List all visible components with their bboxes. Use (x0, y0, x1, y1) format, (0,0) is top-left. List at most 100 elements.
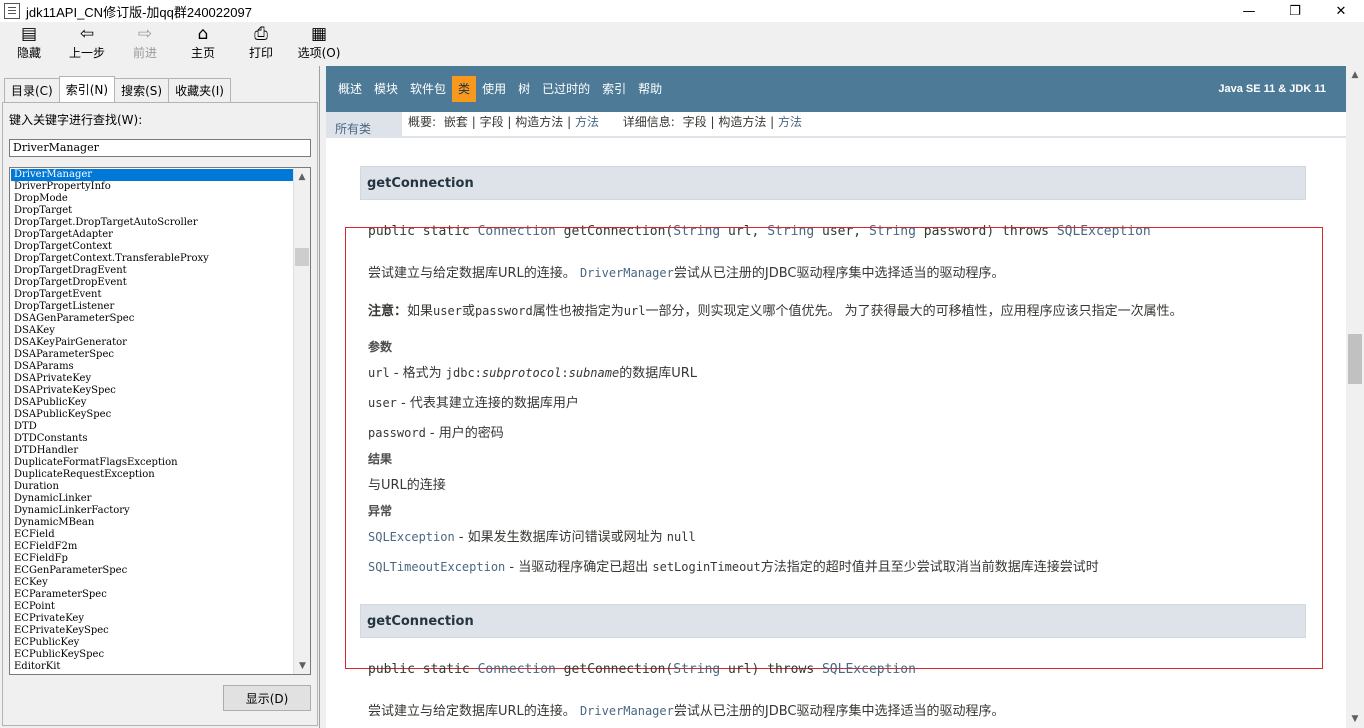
index-list-item[interactable]: DropTargetEvent (11, 289, 293, 301)
back-arrow-icon: ⇦ (79, 24, 95, 44)
detail-field: 字段 (682, 115, 707, 129)
index-list-item[interactable]: DTDConstants (11, 433, 293, 445)
tab-index[interactable]: 索引(N) (58, 76, 116, 102)
scroll-thumb[interactable] (1348, 334, 1362, 384)
scroll-up-icon[interactable]: ▲ (294, 168, 310, 185)
navigation-pane: 目录(C) 索引(N) 搜索(S) 收藏夹(I) 键入关键字进行查找(W): D… (0, 66, 320, 728)
param-type-link[interactable]: String (673, 662, 720, 677)
index-list-item[interactable]: DropTargetContext (11, 241, 293, 253)
scroll-up-icon[interactable]: ▲ (1346, 66, 1364, 84)
index-list-item[interactable]: ECFieldF2m (11, 541, 293, 553)
nav-index[interactable]: 索引 (596, 76, 632, 102)
back-button[interactable]: ⇦ 上一步 (58, 22, 116, 66)
index-list-item[interactable]: DriverPropertyInfo (11, 181, 293, 193)
index-list-item[interactable]: DSAKeyPairGenerator (11, 337, 293, 349)
scroll-thumb[interactable] (295, 248, 309, 266)
nav-tree[interactable]: 树 (512, 76, 536, 102)
index-list-item[interactable]: DropTargetListener (11, 301, 293, 313)
index-list-item[interactable]: DSAPublicKey (11, 397, 293, 409)
index-list-item[interactable]: EditorKit (11, 661, 293, 673)
index-list-item[interactable]: DropTargetContext.TransferableProxy (11, 253, 293, 265)
home-button[interactable]: ⌂ 主页 (174, 22, 232, 66)
hide-button[interactable]: ▤ 隐藏 (0, 22, 58, 66)
highlight-box (345, 227, 1323, 669)
return-type-link[interactable]: Connection (478, 662, 556, 677)
index-list-item[interactable]: DynamicLinkerFactory (11, 505, 293, 517)
index-list-item[interactable]: DropTargetAdapter (11, 229, 293, 241)
all-classes-link[interactable]: 所有类 (335, 120, 371, 137)
nav-module[interactable]: 模块 (368, 76, 404, 102)
index-tab-panel: 键入关键字进行查找(W): DriverManager DriverManage… (2, 102, 318, 726)
index-list-item[interactable]: DSAPrivateKey (11, 373, 293, 385)
index-list-item[interactable]: ECPublicKeySpec (11, 649, 293, 661)
nav-deprecated[interactable]: 已过时的 (536, 76, 596, 102)
index-list-item[interactable]: DSAPrivateKeySpec (11, 385, 293, 397)
detail-method-link[interactable]: 方法 (778, 115, 802, 129)
minimize-button[interactable]: — (1226, 0, 1272, 22)
index-list-item[interactable]: DropTarget (11, 205, 293, 217)
index-list-item[interactable]: DynamicMBean (11, 517, 293, 529)
detail-constructor: 构造方法 (718, 115, 767, 129)
index-list-item[interactable]: DSAKey (11, 325, 293, 337)
index-list-item[interactable]: DTDHandler (11, 445, 293, 457)
index-list-item[interactable]: DSAParameterSpec (11, 349, 293, 361)
index-list-item[interactable]: ECPoint (11, 601, 293, 613)
tab-contents[interactable]: 目录(C) (4, 78, 60, 102)
index-list-item[interactable]: DropTargetDragEvent (11, 265, 293, 277)
index-list-item[interactable]: DSAPublicKeySpec (11, 409, 293, 421)
nav-help[interactable]: 帮助 (632, 76, 668, 102)
index-list-item[interactable]: ECPublicKey (11, 637, 293, 649)
index-list-item[interactable]: DropTargetDropEvent (11, 277, 293, 289)
index-list-item[interactable]: DTD (11, 421, 293, 433)
nav-use[interactable]: 使用 (476, 76, 512, 102)
desc-text: 尝试从已注册的JDBC驱动程序集中选择适当的驱动程序。 (673, 704, 1005, 719)
index-list-item[interactable]: DropMode (11, 193, 293, 205)
title-bar: jdk11API_CN修订版-加qq群240022097 — ❐ ✕ (0, 0, 1364, 22)
index-list-item[interactable]: ECFieldFp (11, 553, 293, 565)
index-list-item[interactable]: ECKey (11, 577, 293, 589)
index-list-item[interactable]: DriverManager (11, 169, 293, 181)
doc-content: getConnection public static Connection g… (326, 138, 1346, 728)
close-button[interactable]: ✕ (1318, 0, 1364, 22)
keyword-label: 键入关键字进行查找(W): (9, 113, 143, 127)
index-list-item[interactable]: DSAGenParameterSpec (11, 313, 293, 325)
nav-class[interactable]: 类 (452, 76, 477, 102)
index-list-item[interactable]: ECPrivateKeySpec (11, 625, 293, 637)
sub-navbar: 所有类 概要: 嵌套 | 字段 | 构造方法 | 方法 详细信息: 字段 | 构… (326, 112, 1346, 138)
method-signature: public static Connection getConnection(S… (368, 662, 916, 677)
index-list-item[interactable]: DynamicLinker (11, 493, 293, 505)
options-button[interactable]: ▦ 选项(O) (290, 22, 348, 66)
summary-field: 字段 (479, 115, 504, 129)
index-list[interactable]: DriverManager DriverPropertyInfo DropMode D… (9, 167, 311, 675)
exception-type-link[interactable]: SQLException (822, 662, 916, 677)
sig-method-name: getConnection( (555, 662, 674, 677)
options-icon: ▦ (310, 24, 328, 44)
index-list-item[interactable]: Duration (11, 481, 293, 493)
forward-button[interactable]: ⇨ 前进 (116, 22, 174, 66)
hide-icon: ▤ (20, 24, 38, 44)
home-icon: ⌂ (197, 24, 209, 44)
scroll-down-icon[interactable]: ▼ (294, 657, 310, 674)
print-button[interactable]: ⎙ 打印 (232, 22, 290, 66)
index-list-item[interactable]: DuplicateRequestException (11, 469, 293, 481)
index-list-scrollbar[interactable]: ▲ ▼ (293, 168, 310, 674)
maximize-button[interactable]: ❐ (1272, 0, 1318, 22)
tab-search[interactable]: 搜索(S) (114, 78, 170, 102)
doc-scrollbar[interactable]: ▲ ▼ (1346, 66, 1364, 728)
scroll-down-icon[interactable]: ▼ (1346, 710, 1364, 728)
keyword-input[interactable]: DriverManager (9, 139, 311, 157)
nav-overview[interactable]: 概述 (332, 76, 368, 102)
index-list-item[interactable]: DSAParams (11, 361, 293, 373)
index-list-item[interactable]: ECGenParameterSpec (11, 565, 293, 577)
index-list-item[interactable]: DuplicateFormatFlagsException (11, 457, 293, 469)
jdk-version-label: Java SE 11 & JDK 11 (1218, 83, 1326, 95)
nav-package[interactable]: 软件包 (404, 76, 452, 102)
show-button[interactable]: 显示(D) (223, 685, 311, 711)
index-list-item[interactable]: ECPrivateKey (11, 613, 293, 625)
summary-method-link[interactable]: 方法 (575, 115, 599, 129)
sig-param-name: url) throws (720, 662, 822, 677)
index-list-item[interactable]: ECField (11, 529, 293, 541)
index-list-item[interactable]: ECParameterSpec (11, 589, 293, 601)
tab-favorites[interactable]: 收藏夹(I) (168, 78, 231, 102)
index-list-item[interactable]: DropTarget.DropTargetAutoScroller (11, 217, 293, 229)
